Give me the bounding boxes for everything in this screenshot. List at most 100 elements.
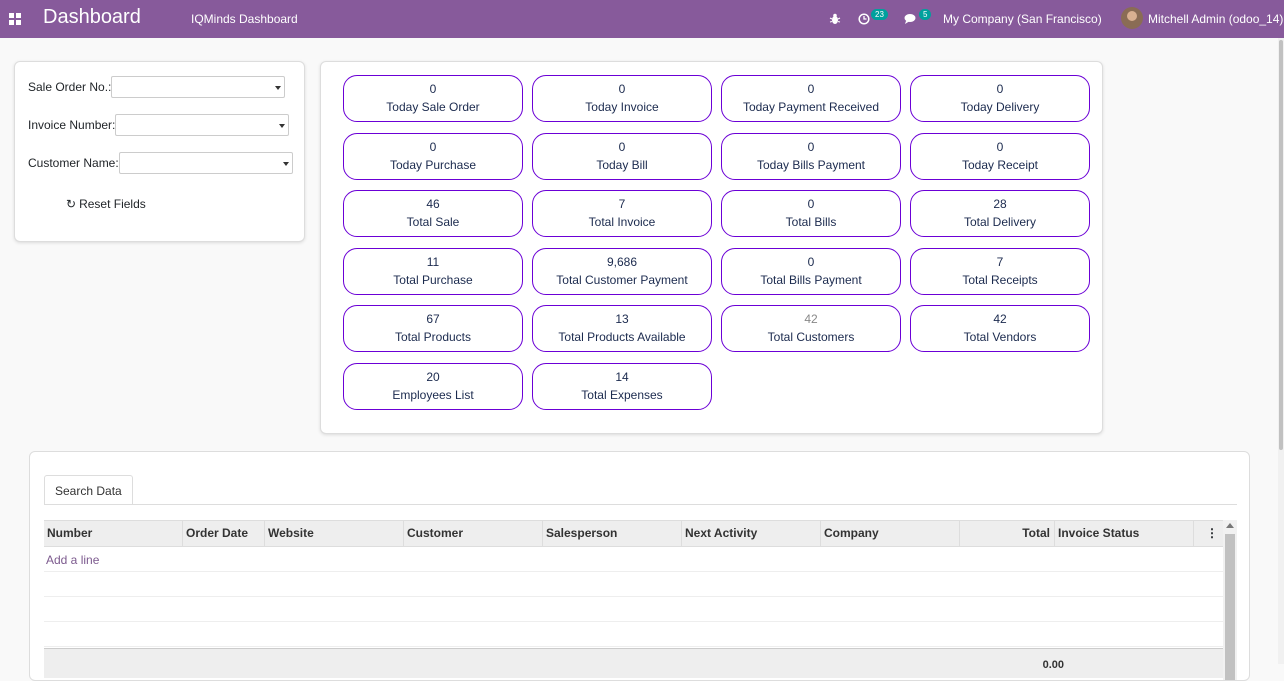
sale-order-select[interactable] [111,76,286,98]
page-scrollbar[interactable] [1278,38,1284,664]
table-row [44,622,1223,647]
card-today-payment-received[interactable]: 0 Today Payment Received [721,75,901,122]
card-value: 7 [996,255,1004,269]
reset-fields-label: Reset Fields [79,197,146,211]
column-total[interactable]: Total [960,521,1055,547]
card-today-purchase[interactable]: 0 Today Purchase [343,133,523,180]
card-value: 0 [807,197,815,211]
card-label: Today Payment Received [742,100,880,114]
card-label: Total Receipts [962,273,1038,287]
card-today-bill[interactable]: 0 Today Bill [532,133,712,180]
card-label: Today Receipt [961,158,1039,172]
card-total-bills-payment[interactable]: 0 Total Bills Payment [721,248,901,295]
stats-cards-panel: 0 Today Sale Order 0 Today Invoice 0 Today Pa… [320,61,1103,434]
card-value: 11 [426,255,440,269]
card-label: Today Bill [596,158,648,172]
card-label: Total Expenses [581,388,663,402]
card-value: 0 [996,82,1004,96]
card-label: Today Invoice [585,100,659,114]
column-number[interactable]: Number [44,521,183,547]
card-total-vendors[interactable]: 42 Total Vendors [910,305,1090,352]
column-website[interactable]: Website [265,521,404,547]
card-today-receipt[interactable]: 0 Today Receipt [910,133,1090,180]
card-total-receipts[interactable]: 7 Total Receipts [910,248,1090,295]
messages-icon[interactable]: 5 [904,0,932,38]
bug-icon[interactable] [829,0,841,38]
chevron-down-icon [282,162,289,166]
card-value: 28 [993,197,1007,211]
card-label: Total Customer Payment [556,273,688,287]
card-today-delivery[interactable]: 0 Today Delivery [910,75,1090,122]
table-row [44,547,1223,572]
card-value: 20 [426,370,440,384]
card-today-sale-order[interactable]: 0 Today Sale Order [343,75,523,122]
table-row [44,572,1223,597]
table-scrollbar[interactable] [1223,520,1237,680]
search-data-panel: Search Data Number Order Date Website Cu… [29,451,1250,681]
customer-filter: Customer Name: [28,152,293,174]
apps-grid-icon[interactable] [9,13,21,25]
user-menu[interactable]: Mitchell Admin (odoo_14) [1148,12,1283,26]
card-value: 0 [807,82,815,96]
optional-columns-icon[interactable]: ⋮ [1206,526,1218,540]
card-total-expenses[interactable]: 14 Total Expenses [532,363,712,410]
filter-panel: Sale Order No.: Invoice Number: Customer… [14,61,305,242]
card-total-delivery[interactable]: 28 Total Delivery [910,190,1090,237]
invoice-select[interactable] [115,114,290,136]
card-label: Total Products [394,330,472,344]
refresh-icon: ↻ [66,197,77,211]
card-label: Total Customers [767,330,855,344]
card-value: 42 [993,312,1007,326]
company-switcher[interactable]: My Company (San Francisco) [943,12,1102,26]
activity-clock-icon[interactable]: 23 [858,0,888,38]
app-title[interactable]: Dashboard [43,6,141,29]
column-invoice-status[interactable]: Invoice Status [1055,521,1194,547]
card-label: Total Purchase [393,273,473,287]
tab-divider [44,504,1237,505]
reset-fields-button[interactable]: ↻ Reset Fields [66,197,146,211]
column-customer[interactable]: Customer [404,521,543,547]
invoice-filter: Invoice Number: [28,114,290,136]
card-value: 67 [426,312,440,326]
card-total-invoice[interactable]: 7 Total Invoice [532,190,712,237]
page-scroll-thumb[interactable] [1279,40,1283,450]
card-label: Total Products Available [558,330,686,344]
top-navbar: Dashboard IQMinds Dashboard 23 5 My Comp… [0,0,1284,38]
card-total-sale[interactable]: 46 Total Sale [343,190,523,237]
card-label: Total Vendors [963,330,1037,344]
card-total-customer-payment[interactable]: 9,686 Total Customer Payment [532,248,712,295]
scroll-up-icon[interactable] [1226,523,1234,528]
card-today-bills-payment[interactable]: 0 Today Bills Payment [721,133,901,180]
card-today-invoice[interactable]: 0 Today Invoice [532,75,712,122]
chevron-down-icon [275,86,282,90]
card-value: 14 [615,370,629,384]
card-label: Today Delivery [960,100,1040,114]
table-row [44,597,1223,622]
card-label: Total Bills [785,215,837,229]
column-company[interactable]: Company [821,521,960,547]
column-next-activity[interactable]: Next Activity [682,521,821,547]
card-value: 42 [804,312,818,326]
tab-search-data[interactable]: Search Data [44,475,133,505]
card-total-purchase[interactable]: 11 Total Purchase [343,248,523,295]
column-order-date[interactable]: Order Date [183,521,265,547]
card-total-products-available[interactable]: 13 Total Products Available [532,305,712,352]
card-total-bills[interactable]: 0 Total Bills [721,190,901,237]
card-value: 7 [618,197,626,211]
table-scroll-thumb[interactable] [1225,534,1235,680]
chevron-down-icon [279,124,286,128]
activity-badge: 23 [871,8,888,20]
column-salesperson[interactable]: Salesperson [543,521,682,547]
card-total-products[interactable]: 67 Total Products [343,305,523,352]
sale-order-filter: Sale Order No.: [28,76,286,98]
footer-total: 0.00 [1042,659,1064,671]
card-total-customers[interactable]: 42 Total Customers [721,305,901,352]
menu-iqminds-dashboard[interactable]: IQMinds Dashboard [191,12,298,26]
avatar[interactable] [1121,7,1143,29]
table-footer: 0.00 [44,648,1223,678]
card-value: 9,686 [606,255,638,269]
card-label: Total Bills Payment [760,273,862,287]
card-value: 0 [996,140,1004,154]
customer-select[interactable] [118,152,293,174]
card-employees-list[interactable]: 20 Employees List [343,363,523,410]
